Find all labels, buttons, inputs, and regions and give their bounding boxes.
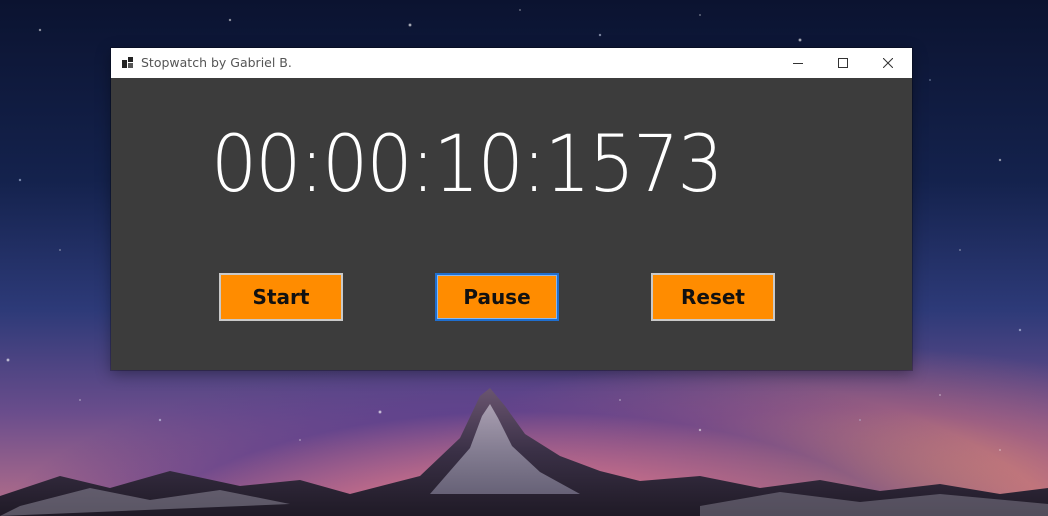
window-title: Stopwatch by Gabriel B. — [141, 55, 292, 70]
reset-button[interactable]: Reset — [651, 273, 775, 321]
app-icon — [122, 57, 133, 68]
close-button[interactable] — [865, 48, 911, 78]
maximize-icon — [838, 58, 848, 68]
mountain-silhouette — [0, 388, 1048, 516]
stopwatch-window: Stopwatch by Gabriel B. 00:00:10:1573 St… — [111, 48, 912, 370]
elapsed-time-display: 00:00:10:1573 — [211, 120, 724, 210]
close-icon — [883, 58, 893, 68]
minimize-icon — [793, 63, 803, 64]
start-button[interactable]: Start — [219, 273, 343, 321]
pause-button[interactable]: Pause — [435, 273, 559, 321]
minimize-button[interactable] — [775, 48, 821, 78]
maximize-button[interactable] — [820, 48, 866, 78]
title-bar[interactable]: Stopwatch by Gabriel B. — [111, 48, 912, 78]
